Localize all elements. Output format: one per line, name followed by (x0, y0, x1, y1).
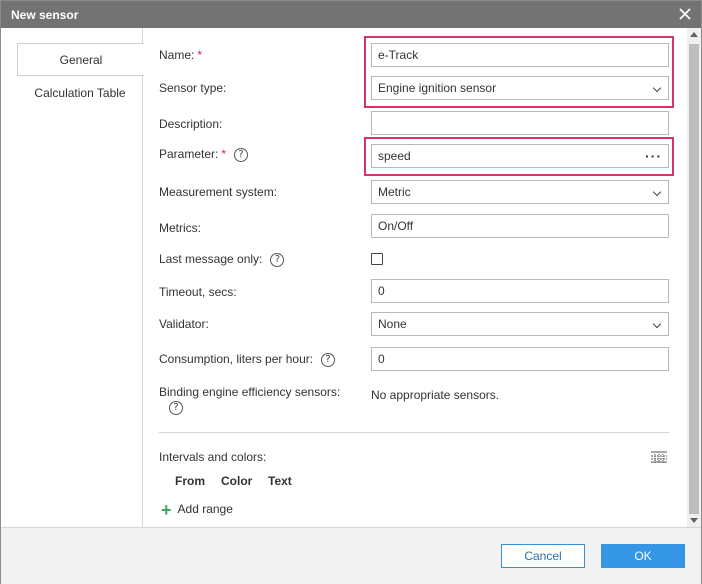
measurement-system-select[interactable]: Metric (371, 180, 669, 204)
table-icon[interactable] (651, 451, 667, 463)
tab-calculation-table[interactable]: Calculation Table (17, 77, 143, 110)
scroll-thumb[interactable] (689, 44, 699, 514)
dialog-title: New sensor (11, 8, 79, 22)
column-from: From (175, 474, 205, 488)
new-sensor-dialog: New sensor General Calculation Table Nam… (0, 0, 702, 584)
name-label-text: Name: (159, 48, 195, 62)
help-icon[interactable]: ? (234, 147, 249, 162)
description-input[interactable] (371, 111, 669, 135)
required-mark: * (221, 147, 227, 161)
validator-select[interactable]: None (371, 312, 669, 336)
add-range-label: Add range (177, 502, 233, 516)
consumption-input[interactable]: 0 (371, 347, 669, 371)
metrics-input[interactable]: On/Off (371, 214, 669, 238)
help-icon[interactable]: ? (270, 252, 285, 267)
name-label: Name: * (159, 48, 202, 62)
timeout-label: Timeout, secs: (159, 285, 237, 299)
metrics-label: Metrics: (159, 221, 201, 235)
cancel-button[interactable]: Cancel (501, 544, 585, 568)
help-icon[interactable]: ? (321, 352, 336, 367)
scroll-down-icon[interactable] (690, 518, 698, 523)
add-range-button[interactable]: + Add range (161, 499, 233, 520)
close-icon[interactable] (677, 6, 693, 22)
consumption-label: Consumption, liters per hour:? (159, 352, 336, 367)
consumption-label-text: Consumption, liters per hour: (159, 352, 314, 366)
sidebar-tabs: General Calculation Table (1, 28, 144, 527)
general-panel: Name: * e-Track Sensor type: Engine ignit… (143, 28, 687, 527)
more-icon[interactable]: ··· (645, 145, 662, 167)
binding-label: Binding engine efficiency sensors: (159, 385, 341, 399)
last-message-only-label: Last message only:? (159, 252, 285, 267)
validator-value: None (378, 317, 407, 331)
binding-value: No appropriate sensors. (371, 388, 500, 402)
title-bar: New sensor (1, 1, 701, 28)
validator-label: Validator: (159, 317, 209, 331)
intervals-label: Intervals and colors: (159, 450, 267, 464)
sensor-type-select[interactable]: Engine ignition sensor (371, 76, 669, 100)
sensor-type-value: Engine ignition sensor (378, 81, 497, 95)
parameter-label-text: Parameter: (159, 147, 219, 161)
scroll-up-icon[interactable] (690, 32, 698, 37)
column-color: Color (221, 474, 253, 488)
tab-general[interactable]: General (17, 43, 144, 76)
required-mark: * (197, 48, 203, 62)
timeout-input[interactable]: 0 (371, 279, 669, 303)
scrollbar[interactable] (687, 28, 701, 527)
dialog-footer: Cancel OK (1, 527, 701, 584)
parameter-label: Parameter: *? (159, 147, 249, 162)
column-text: Text (268, 474, 292, 488)
sensor-type-label: Sensor type: (159, 81, 227, 95)
help-icon[interactable]: ? (169, 401, 183, 415)
measurement-system-value: Metric (378, 185, 411, 199)
parameter-value: speed (378, 149, 411, 163)
name-input[interactable]: e-Track (371, 43, 669, 67)
divider (159, 432, 669, 433)
parameter-input[interactable]: speed ··· (371, 144, 669, 168)
last-message-only-checkbox[interactable] (371, 253, 383, 265)
plus-icon: + (161, 499, 172, 520)
description-label: Description: (159, 117, 223, 131)
last-message-only-label-text: Last message only: (159, 252, 263, 266)
measurement-system-label: Measurement system: (159, 185, 278, 199)
ok-button[interactable]: OK (601, 544, 685, 568)
